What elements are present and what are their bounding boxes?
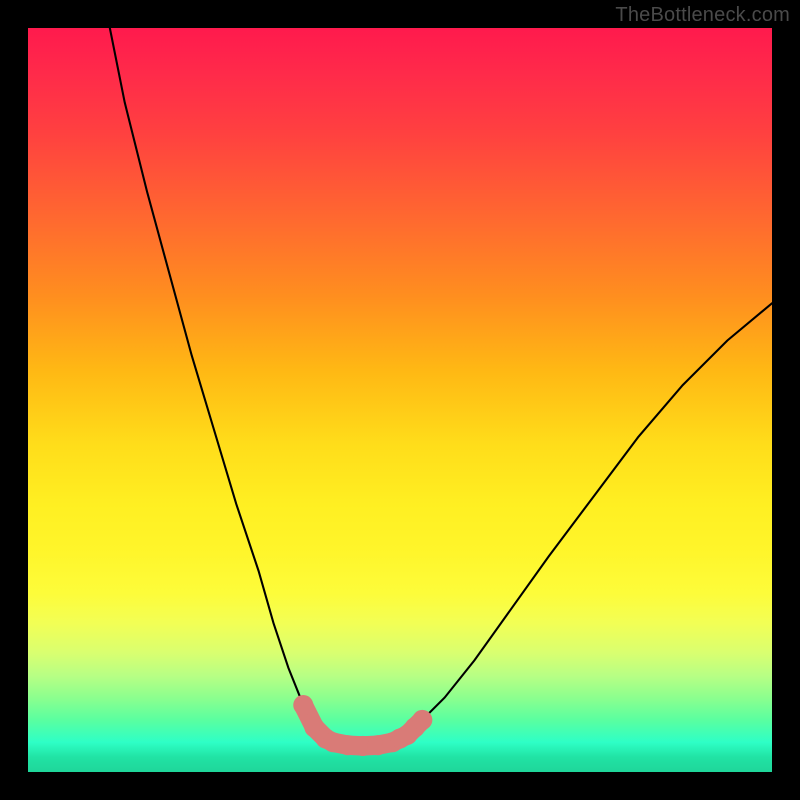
watermark-text: TheBottleneck.com [615, 4, 790, 27]
marker-layer [28, 28, 772, 772]
marker-dot [412, 710, 432, 730]
chart-stage: TheBottleneck.com [0, 0, 800, 800]
plot-area [28, 28, 772, 772]
marker-dot [293, 695, 313, 715]
marker-dots [293, 695, 432, 756]
